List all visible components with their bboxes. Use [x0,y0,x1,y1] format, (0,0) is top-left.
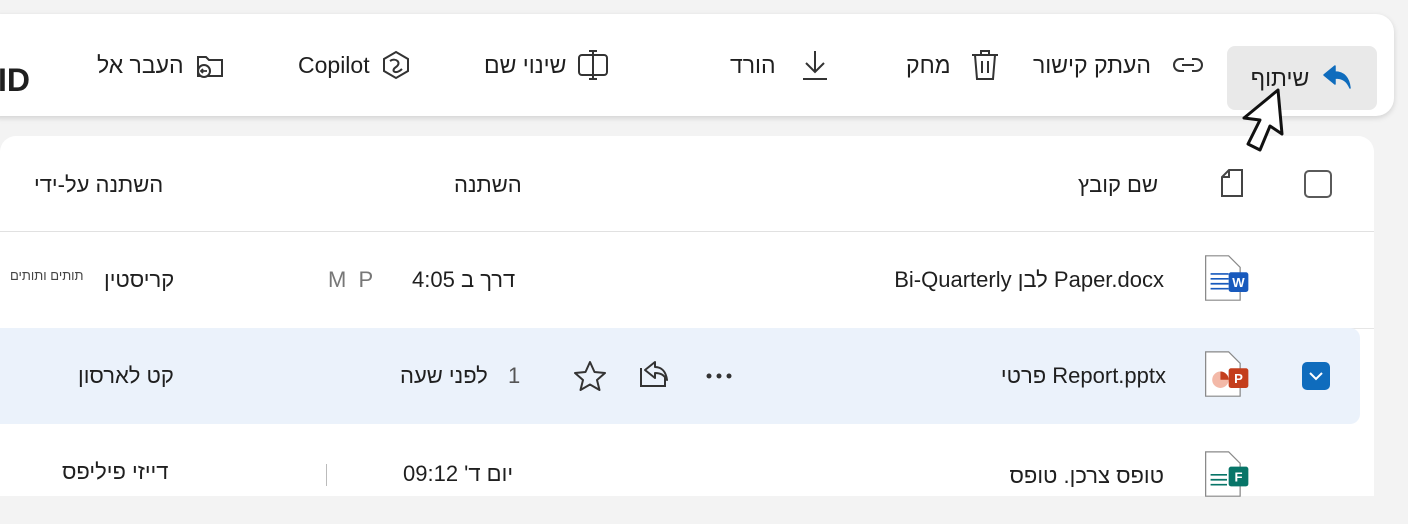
share-row-icon[interactable] [637,358,671,390]
download-icon [802,51,827,80]
download-label: הורד [730,51,776,78]
column-header-name[interactable]: שם קובץ [1078,172,1158,198]
modified-by: דייזי פיליפס [62,459,169,484]
file-name[interactable]: טופס צרכן. טופס [1009,428,1164,524]
modified-by: קריסטין [104,267,175,292]
forms-file-icon: F [1205,451,1249,497]
more-options-icon[interactable] [705,366,733,386]
file-name[interactable]: פרטי Report.pptx [1001,328,1166,424]
mouse-pointer-icon [1242,88,1284,152]
favorite-star-icon[interactable] [573,360,607,392]
rename-button[interactable]: שינוי שם [484,14,610,116]
powerpoint-file-icon: P [1205,351,1249,397]
copilot-icon [382,50,409,80]
chevron-down-icon [1309,372,1323,381]
column-header-modified[interactable]: השתנה [454,172,522,198]
svg-text:F: F [1234,469,1242,484]
table-row-selected[interactable]: P פרטי Report.pptx לפני שעה 1 קט לארסון [0,328,1360,424]
file-list-header: שם קובץ השתנה השתנה על-ידי [0,136,1374,232]
move-to-label: העבר אל [97,51,184,78]
move-to-button[interactable]: העבר אל [97,14,226,116]
svg-text:P: P [1234,371,1243,386]
modified-time-prefix: 1 [508,363,521,388]
file-type-header-icon [1221,169,1243,197]
modified-by-extra: תותים ותותים [10,267,84,283]
table-row[interactable]: W Bi-Quarterly לבן Paper.docx דרך ב 4:05… [0,232,1374,329]
column-header-modified-by[interactable]: השתנה על-ידי [34,172,163,198]
modified-time: לפני שעה [400,363,488,388]
file-name[interactable]: Bi-Quarterly לבן Paper.docx [894,232,1164,328]
column-divider [326,464,327,486]
modified-time: יום ד' 09:12 [403,461,514,486]
id-label: ID [0,62,30,98]
file-list: שם קובץ השתנה השתנה על-ידי W Bi-Quarterl… [0,136,1374,497]
rename-label: שינוי שם [484,51,567,78]
copy-link-label: העתק קישור [1033,51,1151,78]
table-row[interactable]: F טופס צרכן. טופס יום ד' 09:12 דייזי פיל… [0,424,1374,520]
command-bar: ID העבר אל Copilot שינוי שם הורד מחק העת… [0,14,1394,116]
svg-text:W: W [1232,275,1245,290]
download-button[interactable]: הורד [730,14,830,116]
link-icon [1172,58,1203,72]
select-all-checkbox[interactable] [1304,170,1332,198]
modified-by: קט לארסון [78,363,174,388]
copilot-button[interactable]: Copilot [298,14,412,116]
delete-button[interactable]: מחק [906,14,1001,116]
copilot-label: Copilot [298,51,370,78]
share-icon [1323,65,1351,89]
modified-time-suffix: M P [328,267,374,292]
copy-link-button[interactable]: העתק קישור [1033,14,1205,116]
delete-label: מחק [906,51,951,78]
row-checkbox-checked[interactable] [1302,362,1330,390]
rename-icon [578,50,609,80]
move-to-icon [196,56,223,78]
trash-icon [971,50,998,80]
modified-time: דרך ב 4:05 [412,267,516,292]
word-file-icon: W [1205,255,1249,301]
